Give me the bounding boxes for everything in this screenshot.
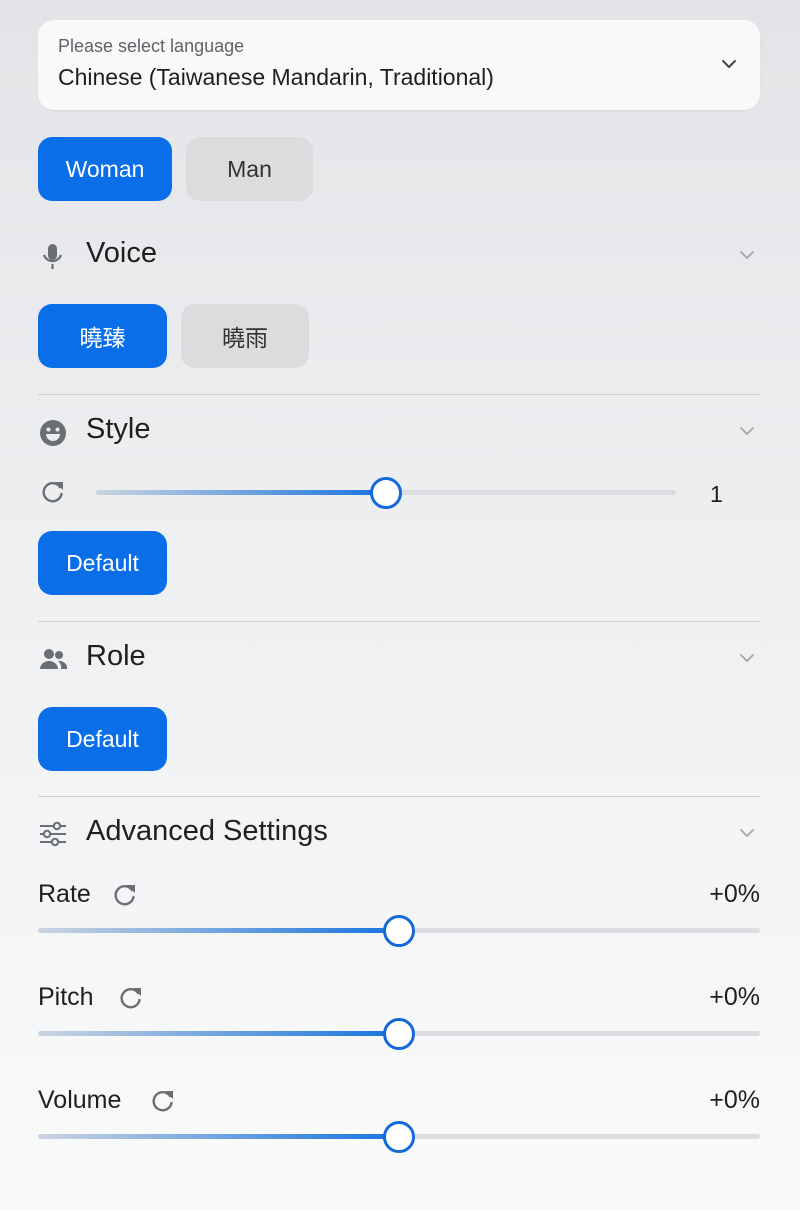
role-section-title: Role <box>86 640 146 672</box>
voice-button-xiaoyu[interactable]: 曉雨 <box>181 304 309 368</box>
style-section-header[interactable]: Style <box>38 411 760 451</box>
slider-fill <box>38 928 399 933</box>
slider-fill <box>96 490 386 495</box>
chevron-down-icon <box>740 251 754 259</box>
chevron-down-icon <box>722 60 736 68</box>
volume-slider[interactable] <box>38 1121 760 1153</box>
slider-thumb[interactable] <box>370 477 402 509</box>
slider-thumb[interactable] <box>383 1121 415 1153</box>
voice-section-header[interactable]: Voice <box>38 235 760 275</box>
section-divider <box>38 621 760 622</box>
gender-button-man[interactable]: Man <box>186 137 313 201</box>
style-degree-value: 1 <box>710 481 723 507</box>
section-divider <box>38 796 760 797</box>
gender-button-woman[interactable]: Woman <box>38 137 172 201</box>
sliders-icon <box>40 821 66 847</box>
slider-thumb[interactable] <box>383 915 415 947</box>
slider-fill <box>38 1031 399 1036</box>
role-section-header[interactable]: Role <box>38 638 760 678</box>
volume-label: Volume <box>38 1086 122 1114</box>
pitch-value: +0% <box>709 983 760 1011</box>
role-button-default[interactable]: Default <box>38 707 167 771</box>
rate-slider[interactable] <box>38 915 760 947</box>
advanced-settings-header[interactable]: Advanced Settings <box>38 813 760 853</box>
chevron-down-icon <box>740 427 754 435</box>
section-divider <box>38 394 760 395</box>
pitch-reset-icon[interactable] <box>118 985 144 1011</box>
tts-settings-panel: Please select language Chinese (Taiwanes… <box>38 0 760 1210</box>
rate-value: +0% <box>709 880 760 908</box>
advanced-settings-title: Advanced Settings <box>86 815 328 847</box>
language-select-caption: Please select language <box>58 36 245 56</box>
slider-fill <box>38 1134 399 1139</box>
chevron-down-icon <box>740 654 754 662</box>
pitch-label: Pitch <box>38 983 94 1011</box>
rate-reset-icon[interactable] <box>112 882 138 908</box>
volume-reset-icon[interactable] <box>150 1088 176 1114</box>
style-degree-slider[interactable] <box>96 477 676 509</box>
language-select[interactable]: Please select language Chinese (Taiwanes… <box>38 20 760 110</box>
voice-button-xiaozhen[interactable]: 曉臻 <box>38 304 167 368</box>
voice-section-title: Voice <box>86 237 157 269</box>
style-button-default[interactable]: Default <box>38 531 167 595</box>
chevron-down-icon <box>740 829 754 837</box>
language-select-value: Chinese (Taiwanese Mandarin, Traditional… <box>58 64 494 90</box>
style-section-title: Style <box>86 413 151 445</box>
microphone-icon <box>42 244 63 269</box>
volume-value: +0% <box>709 1086 760 1114</box>
slider-thumb[interactable] <box>383 1018 415 1050</box>
people-icon <box>40 649 68 669</box>
pitch-slider[interactable] <box>38 1018 760 1050</box>
rate-label: Rate <box>38 880 91 908</box>
smiley-face-icon <box>40 420 66 446</box>
reset-icon[interactable] <box>40 479 66 505</box>
